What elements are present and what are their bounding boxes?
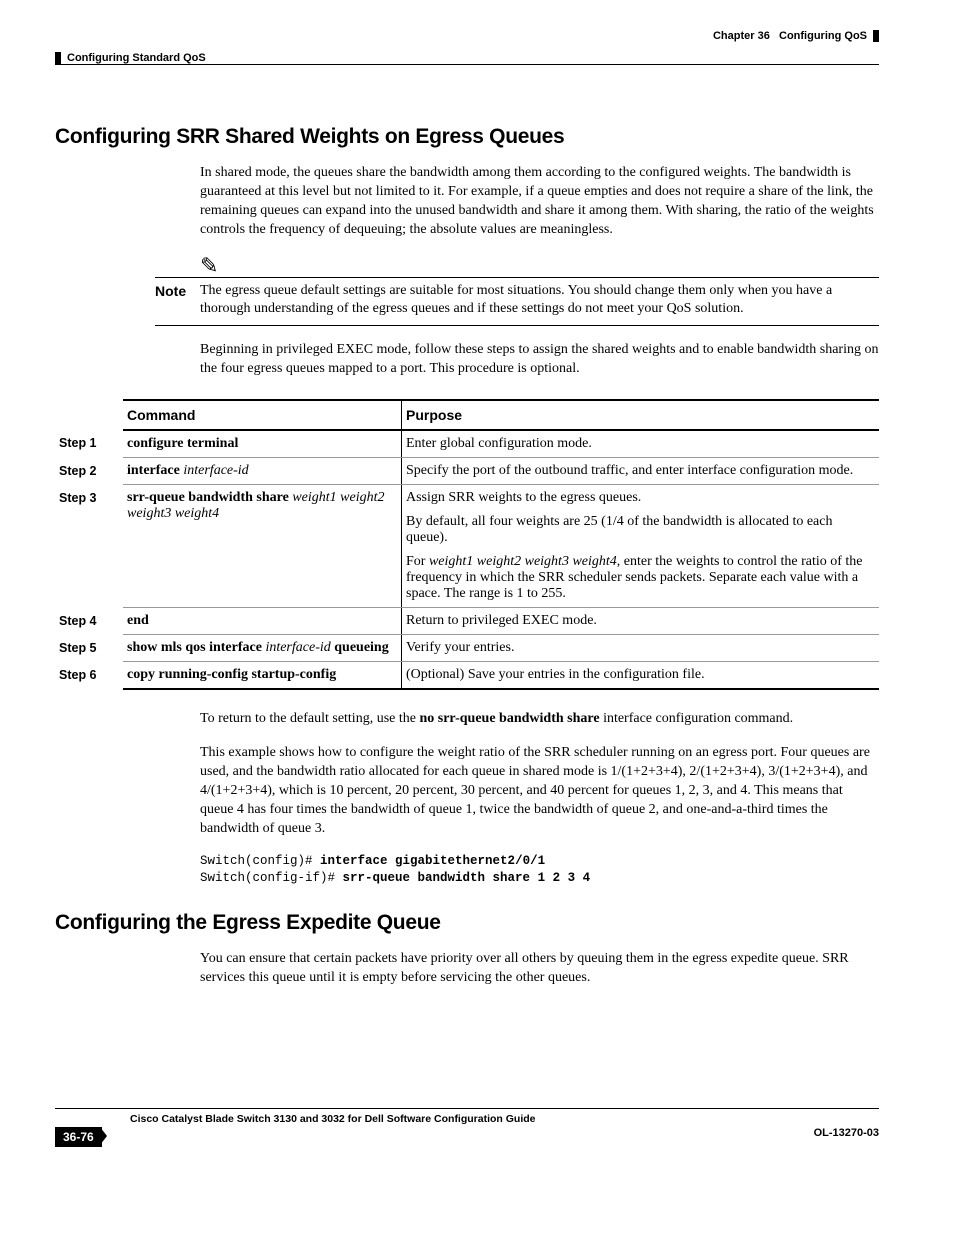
outro-paragraph-1: To return to the default setting, use th…	[200, 710, 879, 729]
section-heading-2: Configuring the Egress Expedite Queue	[55, 911, 879, 935]
chapter-title: Configuring QoS	[779, 30, 867, 42]
page-footer: Cisco Catalyst Blade Switch 3130 and 303…	[55, 1113, 879, 1143]
table-row: Step 1 configure terminal Enter global c…	[55, 430, 879, 458]
code-example: Switch(config)# interface gigabitetherne…	[200, 853, 879, 886]
table-row: Step 6 copy running-config startup-confi…	[55, 662, 879, 690]
table-header-purpose: Purpose	[402, 400, 880, 430]
note-block: ✎ Note The egress queue default settings…	[155, 255, 879, 327]
header-rule	[55, 64, 879, 65]
note-text: The egress queue default settings are su…	[200, 282, 879, 320]
header-marker-icon	[873, 30, 879, 42]
section2-intro: You can ensure that certain packets have…	[200, 950, 879, 988]
table-row: Step 4 end Return to privileged EXEC mod…	[55, 608, 879, 635]
section-heading-1: Configuring SRR Shared Weights on Egress…	[55, 125, 879, 149]
note-label: Note	[155, 282, 200, 320]
header-marker-icon	[55, 52, 61, 64]
page-header: Chapter 36 Configuring QoS	[55, 30, 879, 42]
footer-rule	[55, 1108, 879, 1109]
table-row: Step 5 show mls qos interface interface-…	[55, 635, 879, 662]
lead-in-paragraph: Beginning in privileged EXEC mode, follo…	[200, 341, 879, 379]
page-number-tail-icon	[100, 1127, 107, 1145]
steps-table: Command Purpose Step 1 configure termina…	[55, 399, 879, 690]
outro-paragraph-2: This example shows how to configure the …	[200, 744, 879, 838]
page-number: 36-76	[55, 1127, 102, 1147]
table-row: Step 3 srr-queue bandwidth share weight1…	[55, 485, 879, 608]
chapter-number: Chapter 36	[713, 30, 770, 42]
footer-title: Cisco Catalyst Blade Switch 3130 and 303…	[130, 1113, 879, 1125]
pencil-icon: ✎	[200, 255, 879, 277]
intro-paragraph: In shared mode, the queues share the ban…	[200, 164, 879, 240]
section-header: Configuring Standard QoS	[55, 52, 879, 64]
section-name: Configuring Standard QoS	[67, 52, 206, 64]
table-row: Step 2 interface interface-id Specify th…	[55, 458, 879, 485]
table-header-command: Command	[123, 400, 402, 430]
document-page: Chapter 36 Configuring QoS Configuring S…	[0, 0, 954, 1183]
doc-id: OL-13270-03	[814, 1127, 879, 1139]
